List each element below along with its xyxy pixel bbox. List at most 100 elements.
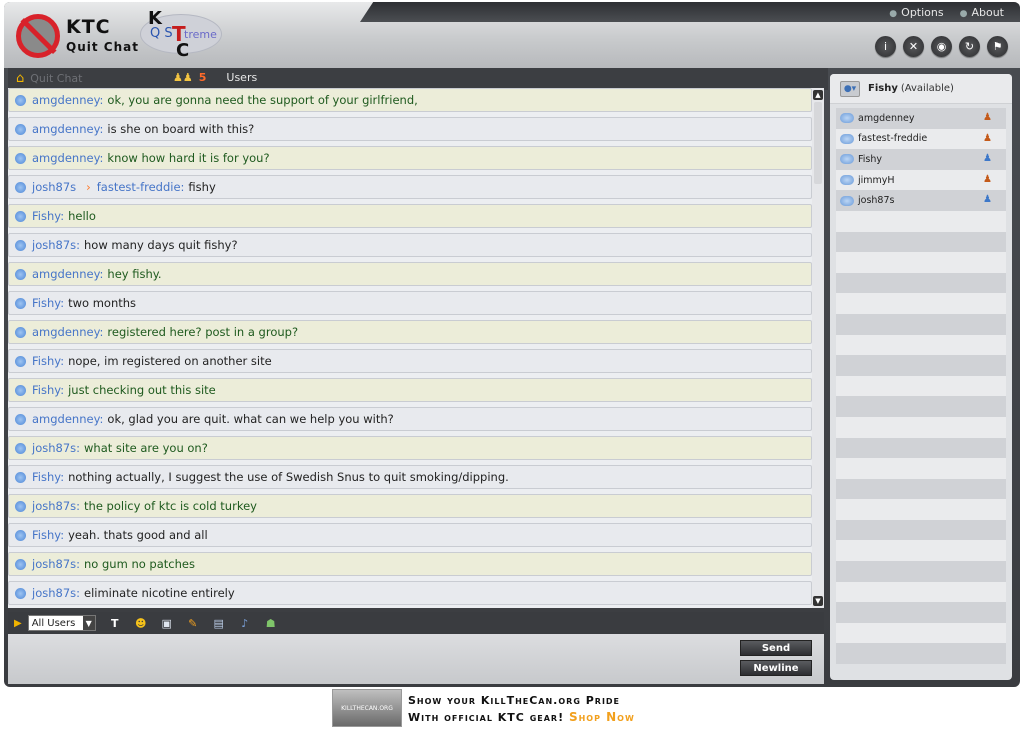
document-icon[interactable]: ▤ <box>212 616 226 630</box>
message-toolbar: ▶ All Users ▼ T ☻ ▣ ✎ ▤ ♪ ☗ <box>8 612 824 634</box>
message-sender[interactable]: Fishy: <box>32 209 64 223</box>
send-button[interactable]: Send <box>740 640 812 656</box>
user-list-item[interactable]: jimmyH ♟ <box>836 169 1006 191</box>
chat-message: Fishy: nope, im registered on another sit… <box>8 349 812 373</box>
tab-home[interactable]: ⌂ Quit Chat <box>16 71 82 86</box>
message-sender[interactable]: amgdenney: <box>32 122 103 136</box>
logo-ktc-text: KTC <box>66 16 111 38</box>
app-root: ● Options ● About KTC Quit Chat K Q S T tr… <box>0 0 1023 729</box>
user-status-icon <box>840 133 854 144</box>
user-list-item[interactable]: fastest-freddie ♟ <box>836 128 1006 150</box>
chat-message: josh87s: the policy of ktc is cold turkey <box>8 494 812 518</box>
chat-icon[interactable]: ◉ <box>931 36 952 57</box>
chat-bubble-icon <box>15 123 26 135</box>
user-list-empty-row <box>836 622 1006 644</box>
smiley-icon[interactable]: ☻ <box>134 616 148 630</box>
message-sender[interactable]: josh87s: <box>32 586 80 600</box>
user-status-icon <box>840 113 854 124</box>
chat-message: amgdenney: registered here? post in a gro… <box>8 320 812 344</box>
message-text: yeah. thats good and all <box>68 528 208 542</box>
user-avatar-icon: ♟ <box>983 132 992 144</box>
user-avatar-icon: ♟ <box>983 112 992 123</box>
paint-icon[interactable]: ✎ <box>186 616 200 630</box>
message-sender[interactable]: josh87s: <box>32 441 80 455</box>
user-list-empty-row <box>836 313 1006 335</box>
exit-icon[interactable]: ⚑ <box>987 36 1008 57</box>
message-text: no gum no patches <box>84 557 195 571</box>
user-list-empty-row <box>836 643 1006 665</box>
scroll-down-icon[interactable]: ▼ <box>813 596 823 606</box>
message-sender[interactable]: Fishy: <box>32 470 64 484</box>
scroll-up-icon[interactable]: ▲ <box>813 90 823 100</box>
message-sender[interactable]: Fishy: <box>32 296 64 310</box>
user-list-empty-row <box>836 293 1006 314</box>
scroll-thumb[interactable] <box>814 102 822 184</box>
message-sender[interactable]: josh87s: <box>32 238 80 252</box>
tab-home-label: Quit Chat <box>30 72 83 85</box>
logo-quitchat-text: Quit Chat <box>66 40 139 54</box>
user-list-empty-row <box>836 231 1006 253</box>
user-list-empty-row <box>836 581 1006 603</box>
message-sender[interactable]: amgdenney: <box>32 325 103 339</box>
chat-message: amgdenney: ok, you are gonna need the sup… <box>8 88 812 112</box>
recipient-select[interactable]: All Users ▼ <box>27 615 96 631</box>
message-text: hey fishy. <box>107 267 162 281</box>
user-list: amgdenney ♟ fastest-freddie ♟ Fishy ♟ jimmyH ♟ j… <box>836 108 1006 665</box>
chat-bubble-icon <box>15 210 26 222</box>
chat-scrollbar[interactable]: ▲ ▼ <box>812 88 824 608</box>
chat-message: amgdenney: hey fishy. <box>8 262 812 286</box>
message-sender[interactable]: Fishy: <box>32 354 64 368</box>
chevron-down-icon: ▼ <box>82 616 95 630</box>
about-link[interactable]: ● About <box>960 6 1004 19</box>
tab-bar: ⌂ Quit Chat ♟♟ 5 Users <box>8 68 828 90</box>
message-text: two months <box>68 296 137 310</box>
info-icon[interactable]: i <box>875 36 896 57</box>
chat-message: Fishy: just checking out this site <box>8 378 812 402</box>
message-input-area[interactable]: Send Newline <box>8 634 824 684</box>
newline-button[interactable]: Newline <box>740 660 812 676</box>
message-sender[interactable]: Fishy: <box>32 528 64 542</box>
user-list-item[interactable]: Fishy ♟ <box>836 149 1006 170</box>
status-dropdown-icon[interactable]: ●▾ <box>840 80 860 97</box>
user-status-icon <box>840 175 854 186</box>
mute-icon[interactable]: ✕ <box>903 36 924 57</box>
options-link[interactable]: ● Options <box>889 6 943 19</box>
user-list-item[interactable]: amgdenney ♟ <box>836 108 1006 129</box>
chat-bubble-icon <box>15 355 26 367</box>
message-text: the policy of ktc is cold turkey <box>84 499 257 513</box>
message-sender[interactable]: amgdenney: <box>32 151 103 165</box>
chat-bubble-icon <box>15 268 26 280</box>
message-sender[interactable]: amgdenney: <box>32 267 103 281</box>
shop-now-link[interactable]: Shop Now <box>569 710 635 724</box>
user-list-empty-row <box>836 252 1006 273</box>
user-list-empty-row <box>836 540 1006 562</box>
current-user-header: ●▾ Fishy (Available) <box>830 74 1012 104</box>
image-icon[interactable]: ▣ <box>160 616 174 630</box>
message-sender[interactable]: amgdenney: <box>32 93 103 107</box>
message-sender[interactable]: josh87s: <box>32 557 80 571</box>
refresh-icon[interactable]: ↻ <box>959 36 980 57</box>
message-sender[interactable]: josh87s <box>32 180 76 194</box>
message-text: just checking out this site <box>68 383 216 397</box>
chat-messages[interactable]: amgdenney: ok, you are gonna need the sup… <box>8 88 812 608</box>
banner-thumbnail: KILLTHECAN.ORG <box>332 689 402 727</box>
tab-users[interactable]: ♟♟ 5 Users <box>173 71 257 84</box>
user-list-item[interactable]: josh87s ♟ <box>836 190 1006 211</box>
message-sender[interactable]: amgdenney: <box>32 412 103 426</box>
user-list-empty-row <box>836 396 1006 417</box>
user-list-empty-row <box>836 272 1006 294</box>
ktc-gear-banner[interactable]: KILLTHECAN.ORG Show your KillTheCan.org … <box>330 689 710 729</box>
message-recipient[interactable]: fastest-freddie: <box>97 180 185 194</box>
users-count: 5 <box>198 71 207 84</box>
message-sender[interactable]: Fishy: <box>32 383 64 397</box>
chat-message: josh87s: how many days quit fishy? <box>8 233 812 257</box>
user-name: Fishy <box>858 153 883 165</box>
chat-bubble-icon <box>15 384 26 396</box>
user-name: josh87s <box>858 195 895 207</box>
header-topbar: ● Options ● About <box>360 2 1020 22</box>
text-format-icon[interactable]: T <box>108 616 122 630</box>
users-icon[interactable]: ☗ <box>264 616 278 630</box>
message-sender[interactable]: josh87s: <box>32 499 80 513</box>
music-icon[interactable]: ♪ <box>238 616 252 630</box>
user-list-empty-row <box>836 519 1006 541</box>
